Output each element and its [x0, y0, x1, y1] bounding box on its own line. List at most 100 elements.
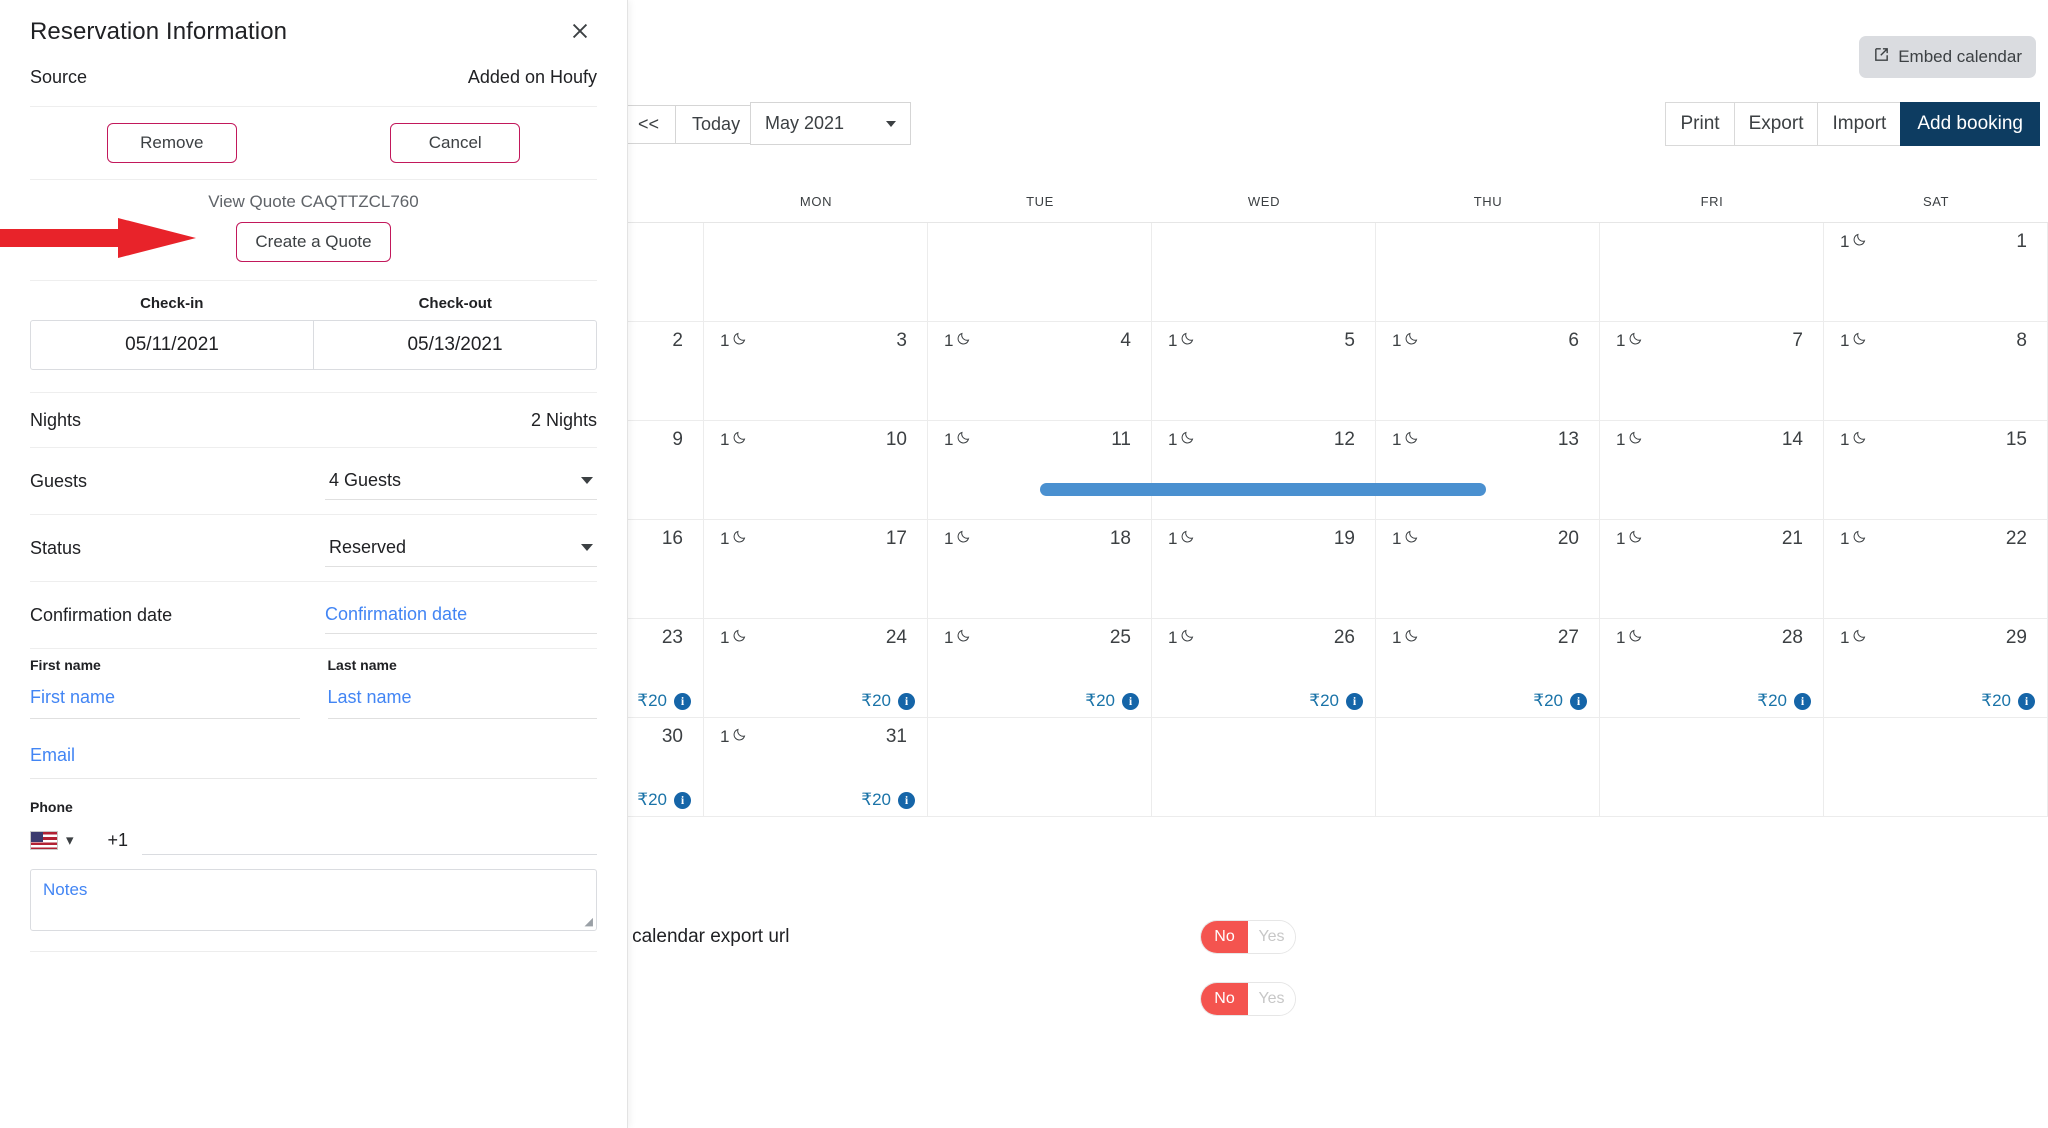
- calendar-day-cell[interactable]: 131₹20i: [704, 718, 928, 817]
- first-name-input[interactable]: First name: [30, 687, 300, 719]
- info-icon[interactable]: i: [1570, 693, 1587, 710]
- crescent-moon-icon: [1628, 529, 1643, 549]
- view-quote-link[interactable]: View Quote CAQTTZCL760: [0, 180, 627, 218]
- calendar-day-cell[interactable]: 16: [1376, 322, 1600, 421]
- price-text: ₹20: [1757, 691, 1787, 711]
- nights-min-badge: 1: [720, 727, 747, 747]
- calendar-day-cell[interactable]: [1600, 223, 1824, 322]
- info-icon[interactable]: i: [898, 693, 915, 710]
- first-name-label: First name: [30, 657, 300, 673]
- calendar-day-cell[interactable]: 14: [928, 322, 1152, 421]
- resize-grip-icon[interactable]: ◢: [585, 915, 593, 928]
- us-flag-icon[interactable]: [30, 831, 58, 850]
- day-price[interactable]: ₹20i: [637, 691, 691, 711]
- status-row: Status Reserved: [0, 515, 627, 581]
- calendar-day-cell[interactable]: 11: [1824, 223, 2048, 322]
- nights-min-badge: 1: [1168, 430, 1195, 450]
- calendar-day-cell[interactable]: 18: [1824, 322, 2048, 421]
- import-button[interactable]: Import: [1817, 102, 1901, 146]
- info-icon[interactable]: i: [674, 693, 691, 710]
- info-icon[interactable]: i: [1794, 693, 1811, 710]
- prev-month-button[interactable]: <<: [621, 105, 676, 144]
- toggle-option-no[interactable]: No: [1201, 921, 1248, 953]
- calendar-day-cell[interactable]: 121: [1600, 520, 1824, 619]
- chevron-down-icon[interactable]: ▾: [66, 831, 74, 849]
- remove-button[interactable]: Remove: [107, 123, 237, 163]
- calendar-day-cell[interactable]: [928, 718, 1152, 817]
- calendar-day-cell[interactable]: 129₹20i: [1824, 619, 2048, 718]
- crescent-moon-icon: [1852, 529, 1867, 549]
- calendar-day-cell[interactable]: 112: [1152, 421, 1376, 520]
- crescent-moon-icon: [1628, 430, 1643, 450]
- export-button[interactable]: Export: [1734, 102, 1819, 146]
- calendar-day-cell[interactable]: 125₹20i: [928, 619, 1152, 718]
- calendar-day-cell[interactable]: 126₹20i: [1152, 619, 1376, 718]
- toggle-option-no[interactable]: No: [1201, 983, 1248, 1015]
- calendar-day-cell[interactable]: 127₹20i: [1376, 619, 1600, 718]
- calendar-day-cell[interactable]: 124₹20i: [704, 619, 928, 718]
- status-select[interactable]: Reserved: [325, 529, 597, 567]
- calendar-day-cell[interactable]: [1376, 718, 1600, 817]
- confirmation-date-field[interactable]: Confirmation date: [325, 596, 597, 634]
- print-button[interactable]: Print: [1665, 102, 1734, 146]
- info-icon[interactable]: i: [674, 792, 691, 809]
- calendar-day-cell[interactable]: 113: [1376, 421, 1600, 520]
- calendar-day-cell[interactable]: [704, 223, 928, 322]
- booking-bar[interactable]: [1040, 483, 1486, 496]
- day-price[interactable]: ₹20i: [861, 691, 915, 711]
- day-price[interactable]: ₹20i: [637, 790, 691, 810]
- calendar-day-cell[interactable]: [1600, 718, 1824, 817]
- info-icon[interactable]: i: [2018, 693, 2035, 710]
- last-name-input[interactable]: Last name: [328, 687, 598, 719]
- calendar-day-cell[interactable]: [1824, 718, 2048, 817]
- yes-no-toggle[interactable]: NoYes: [1200, 920, 1296, 954]
- calendar-day-cell[interactable]: 120: [1376, 520, 1600, 619]
- today-button[interactable]: Today: [675, 105, 757, 144]
- cancel-button[interactable]: Cancel: [390, 123, 520, 163]
- confirmation-date-placeholder: Confirmation date: [325, 604, 467, 625]
- calendar-day-cell[interactable]: [1152, 718, 1376, 817]
- embed-calendar-button[interactable]: Embed calendar: [1859, 36, 2036, 78]
- calendar-day-cell[interactable]: 117: [704, 520, 928, 619]
- weekday-label-thu: THU: [1376, 194, 1600, 209]
- notes-textarea[interactable]: Notes ◢: [30, 869, 597, 931]
- info-icon[interactable]: i: [1346, 693, 1363, 710]
- day-price[interactable]: ₹20i: [1533, 691, 1587, 711]
- day-price[interactable]: ₹20i: [1981, 691, 2035, 711]
- day-price[interactable]: ₹20 i: [1757, 691, 1811, 711]
- calendar-day-cell[interactable]: 13: [704, 322, 928, 421]
- info-icon[interactable]: i: [1122, 693, 1139, 710]
- calendar-day-cell[interactable]: 119: [1152, 520, 1376, 619]
- day-number: 21: [1782, 528, 1803, 550]
- info-icon[interactable]: i: [898, 792, 915, 809]
- weekday-label-fri: FRI: [1600, 194, 1824, 209]
- close-icon[interactable]: [563, 14, 597, 48]
- calendar-day-cell[interactable]: [1376, 223, 1600, 322]
- calendar-day-cell[interactable]: 118: [928, 520, 1152, 619]
- calendar-day-cell[interactable]: 111: [928, 421, 1152, 520]
- toggle-option-yes[interactable]: Yes: [1248, 983, 1295, 1015]
- day-price[interactable]: ₹20i: [1309, 691, 1363, 711]
- yes-no-toggle[interactable]: NoYes: [1200, 982, 1296, 1016]
- calendar-day-cell[interactable]: 110: [704, 421, 928, 520]
- day-price[interactable]: ₹20i: [1085, 691, 1139, 711]
- calendar-day-cell[interactable]: [928, 223, 1152, 322]
- calendar-day-cell[interactable]: 115: [1824, 421, 2048, 520]
- create-quote-button[interactable]: Create a Quote: [236, 222, 390, 262]
- calendar-day-cell[interactable]: 114: [1600, 421, 1824, 520]
- calendar-day-cell[interactable]: [1152, 223, 1376, 322]
- day-number: 4: [1120, 330, 1131, 352]
- checkout-input[interactable]: 05/13/2021: [313, 321, 596, 369]
- calendar-day-cell[interactable]: 17: [1600, 322, 1824, 421]
- email-input[interactable]: Email: [30, 745, 597, 779]
- toggle-option-yes[interactable]: Yes: [1248, 921, 1295, 953]
- calendar-day-cell[interactable]: 122: [1824, 520, 2048, 619]
- month-select[interactable]: May 2021: [750, 102, 911, 145]
- calendar-day-cell[interactable]: 128₹20i: [1600, 619, 1824, 718]
- calendar-day-cell[interactable]: 15: [1152, 322, 1376, 421]
- day-price[interactable]: ₹20i: [861, 790, 915, 810]
- checkin-input[interactable]: 05/11/2021: [31, 321, 313, 369]
- add-booking-button[interactable]: Add booking: [1900, 102, 2040, 146]
- guests-select[interactable]: 4 Guests: [325, 462, 597, 500]
- phone-number-input[interactable]: [142, 825, 597, 855]
